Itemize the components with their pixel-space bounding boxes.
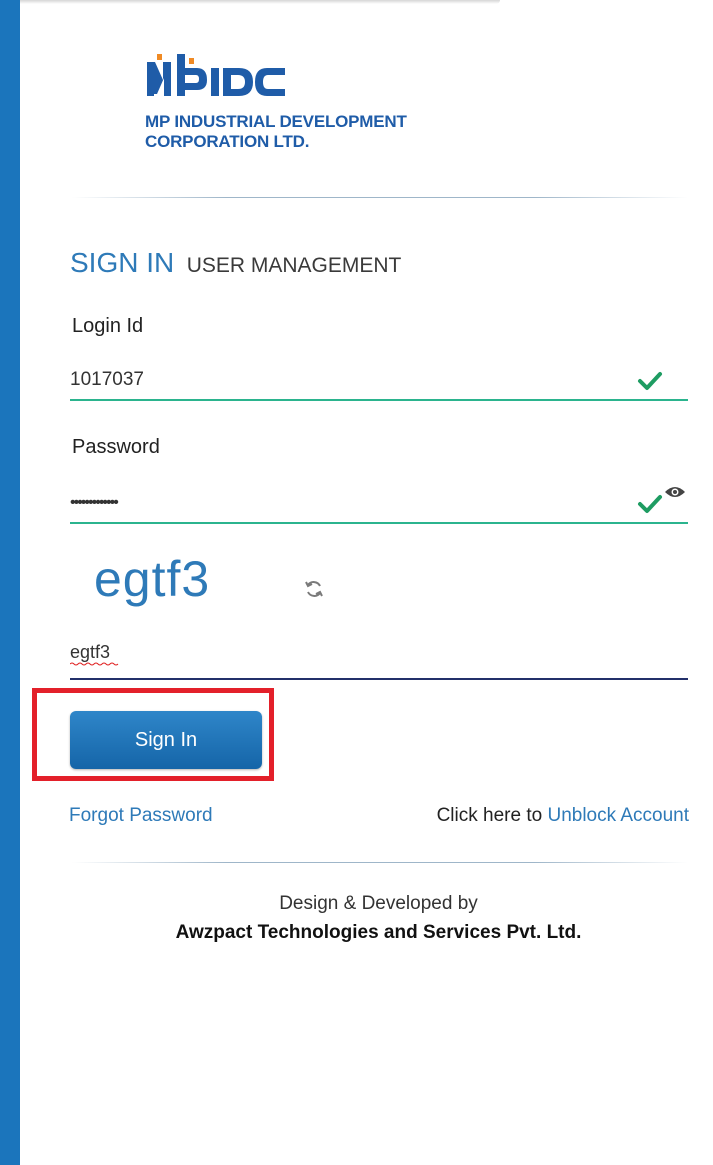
sign-in-button[interactable]: Sign In [70,711,262,769]
password-underline [70,522,688,524]
unblock-account-line: Click here to Unblock Account [437,805,689,827]
login-id-field [70,361,688,401]
captcha-input[interactable] [70,634,670,670]
login-page: MP INDUSTRIAL DEVELOPMENT CORPORATION LT… [0,0,713,1165]
login-id-label: Login Id [72,315,144,337]
password-field [70,484,688,524]
heading-sign-in: SIGN IN [70,247,175,278]
page-heading: SIGN IN USER MANAGEMENT [70,247,401,279]
captcha-underline [70,678,688,680]
login-id-input[interactable] [70,361,610,399]
heading-user-management: USER MANAGEMENT [186,254,402,277]
unblock-prefix-text: Click here to [436,805,543,826]
forgot-password-link[interactable]: Forgot Password [69,805,213,827]
logo-line-1: MP INDUSTRIAL DEVELOPMENT [145,112,407,131]
spellcheck-underline [70,662,119,666]
login-id-underline [70,399,688,401]
bottom-divider [72,862,688,863]
top-divider [72,197,688,198]
refresh-icon[interactable] [303,578,325,600]
left-accent-bar [0,0,20,1165]
eye-icon[interactable] [664,484,686,500]
check-icon [638,495,662,513]
captcha-field [70,632,688,680]
check-icon [638,372,662,390]
mpidc-logo-mark [147,54,285,96]
password-label: Password [72,436,160,458]
captcha-image: egtf3 [94,551,211,607]
logo-line-2: CORPORATION LTD. [145,132,310,151]
mpidc-logo: MP INDUSTRIAL DEVELOPMENT CORPORATION LT… [145,50,465,160]
top-shadow [20,0,500,4]
password-input[interactable] [70,484,610,522]
footer-credit-line: Design & Developed by [279,893,478,914]
footer-company-name: Awzpact Technologies and Services Pvt. L… [175,922,582,943]
unblock-account-link[interactable]: Unblock Account [547,805,689,826]
